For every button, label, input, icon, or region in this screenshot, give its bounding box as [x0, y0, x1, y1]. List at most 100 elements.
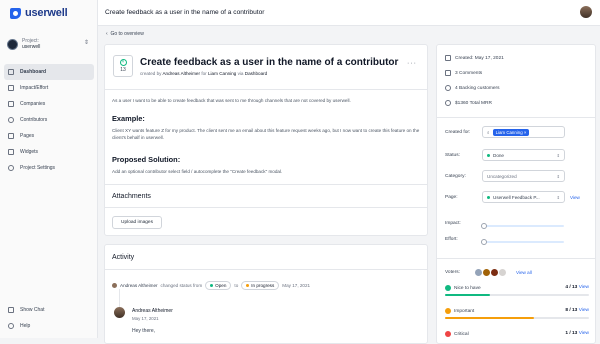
avatar[interactable] [498, 268, 507, 277]
sidebar: userwell Project: userwell ⇕ Dashboard I… [0, 0, 98, 338]
voters-row: Voters: View all [445, 268, 532, 277]
meta-text: created by [140, 71, 162, 76]
sidebar-item-impact-effort[interactable]: Impact/Effort [4, 80, 94, 96]
solution-heading: Proposed Solution: [112, 155, 181, 164]
meta-source: Dashboard [244, 71, 268, 76]
status-select[interactable]: Done ⇕ [482, 149, 565, 161]
category-select[interactable]: Uncategorized ⇕ [482, 170, 565, 182]
priority-view-link[interactable]: View [579, 308, 589, 313]
avatar [114, 307, 125, 318]
money-icon [445, 100, 451, 106]
meta-contributor[interactable]: Liam Canning [208, 71, 236, 76]
status-value: Done [493, 152, 504, 158]
field-label: Page: [445, 194, 458, 200]
feedback-title: Create feedback as a user in the name of… [140, 57, 399, 68]
stat-text: $1360 Total MRR [455, 100, 492, 106]
impact-slider[interactable] [481, 223, 564, 229]
page-icon [8, 133, 14, 139]
sidebar-nav: Dashboard Impact/Effort Companies Contri… [4, 64, 94, 176]
status-row: Status: Done ⇕ [445, 149, 565, 161]
show-chat-button[interactable]: Show Chat [4, 302, 94, 318]
sidebar-item-project-settings[interactable]: Project Settings [4, 160, 94, 176]
chevron-updown-icon: ⇕ [83, 40, 89, 46]
smile-icon [445, 285, 451, 291]
page-view-link[interactable]: View [570, 195, 580, 200]
status-dot [487, 153, 490, 157]
event-actor: Andreas Altheimer [120, 283, 158, 288]
divider [105, 207, 427, 208]
sidebar-item-label: Project Settings [20, 165, 56, 171]
status-from: Open [215, 283, 227, 288]
view-all-voters-link[interactable]: View all [516, 270, 532, 275]
meta-text: via [237, 71, 244, 76]
user-avatar[interactable] [580, 6, 592, 18]
chevron-updown-icon: ⇕ [556, 194, 560, 200]
effort-slider[interactable] [481, 239, 564, 245]
comment-icon [445, 70, 451, 76]
chevron-updown-icon: ⇕ [556, 152, 560, 158]
feedback-card: ˄ 13 Create feedback as a user in the na… [104, 44, 428, 236]
divider [105, 269, 427, 270]
logo[interactable]: userwell [10, 7, 68, 19]
calendar-icon [445, 55, 451, 61]
project-switcher[interactable]: Project: userwell ⇕ [7, 36, 91, 52]
help-icon [8, 323, 14, 329]
priority-label: Important [454, 308, 475, 314]
upload-images-button[interactable]: Upload images [112, 216, 162, 229]
help-button[interactable]: Help [4, 318, 94, 334]
page-value: Userwell Feedback P... [493, 194, 540, 200]
created-for-row: Created for: ⌕ Liam Canning × [445, 126, 565, 138]
status-dot [246, 284, 250, 287]
comment-text: Hey there, [132, 328, 156, 334]
avatar [112, 283, 117, 288]
sidebar-item-label: Show Chat [20, 307, 45, 313]
sidebar-item-dashboard[interactable]: Dashboard [4, 64, 94, 80]
chart-icon [8, 85, 14, 91]
meta-text: for [201, 71, 207, 76]
sidebar-item-widgets[interactable]: Widgets [4, 144, 94, 160]
chevron-updown-icon: ⇕ [556, 173, 560, 179]
back-link[interactable]: ‹ Go to overview [106, 31, 144, 37]
event-action: changed status from [160, 283, 203, 288]
priority-view-link[interactable]: View [579, 331, 589, 336]
priority-bar-fill [445, 294, 490, 296]
effort-slider-handle[interactable] [481, 239, 487, 245]
sidebar-item-pages[interactable]: Pages [4, 128, 94, 144]
topbar: Create feedback as a user in the name of… [98, 0, 600, 26]
priority-critical: Critical 1 / 13 View [445, 331, 589, 337]
logo-text: userwell [25, 7, 68, 19]
field-label: Impact: [445, 221, 461, 226]
priority-label: Nice to have [454, 285, 481, 291]
impact-slider-handle[interactable] [481, 223, 487, 229]
field-label: Created for: [445, 129, 471, 135]
sad-face-icon [445, 331, 451, 337]
status-badge: Open [205, 281, 232, 290]
field-label: Voters: [445, 270, 460, 275]
sidebar-item-contributors[interactable]: Contributors [4, 112, 94, 128]
tag-label: Liam Canning [495, 129, 523, 135]
divider [105, 184, 427, 185]
upvote-icon: ˄ [119, 59, 127, 66]
contributor-tag[interactable]: Liam Canning × [492, 128, 530, 136]
field-label: Status: [445, 152, 460, 158]
priority-bar [445, 294, 589, 296]
priority-view-link[interactable]: View [579, 285, 589, 290]
sidebar-item-label: Pages [20, 133, 35, 139]
priority-bar [445, 317, 589, 319]
feedback-intro: As a user I want to be able to create fe… [112, 98, 351, 103]
page-select[interactable]: Userwell Feedback P... ⇕ [482, 191, 565, 203]
logo-icon [10, 7, 21, 19]
search-icon: ⌕ [487, 129, 490, 135]
sidebar-item-label: Dashboard [20, 69, 47, 75]
impact-row: Impact: [445, 221, 482, 226]
vote-button[interactable]: ˄ 13 [113, 55, 133, 77]
timeline-line [119, 289, 120, 307]
sidebar-item-companies[interactable]: Companies [4, 96, 94, 112]
comment-author: Andreas Altheimer [132, 308, 173, 314]
meta-author[interactable]: Andreas Altheimer [162, 71, 200, 76]
attachments-heading: Attachments [112, 193, 151, 200]
more-options-icon[interactable]: ··· [407, 60, 417, 67]
priority-nice-to-have: Nice to have 4 / 13 View [445, 285, 589, 296]
created-for-field[interactable]: ⌕ Liam Canning × [482, 126, 565, 138]
status-dot [210, 284, 214, 287]
